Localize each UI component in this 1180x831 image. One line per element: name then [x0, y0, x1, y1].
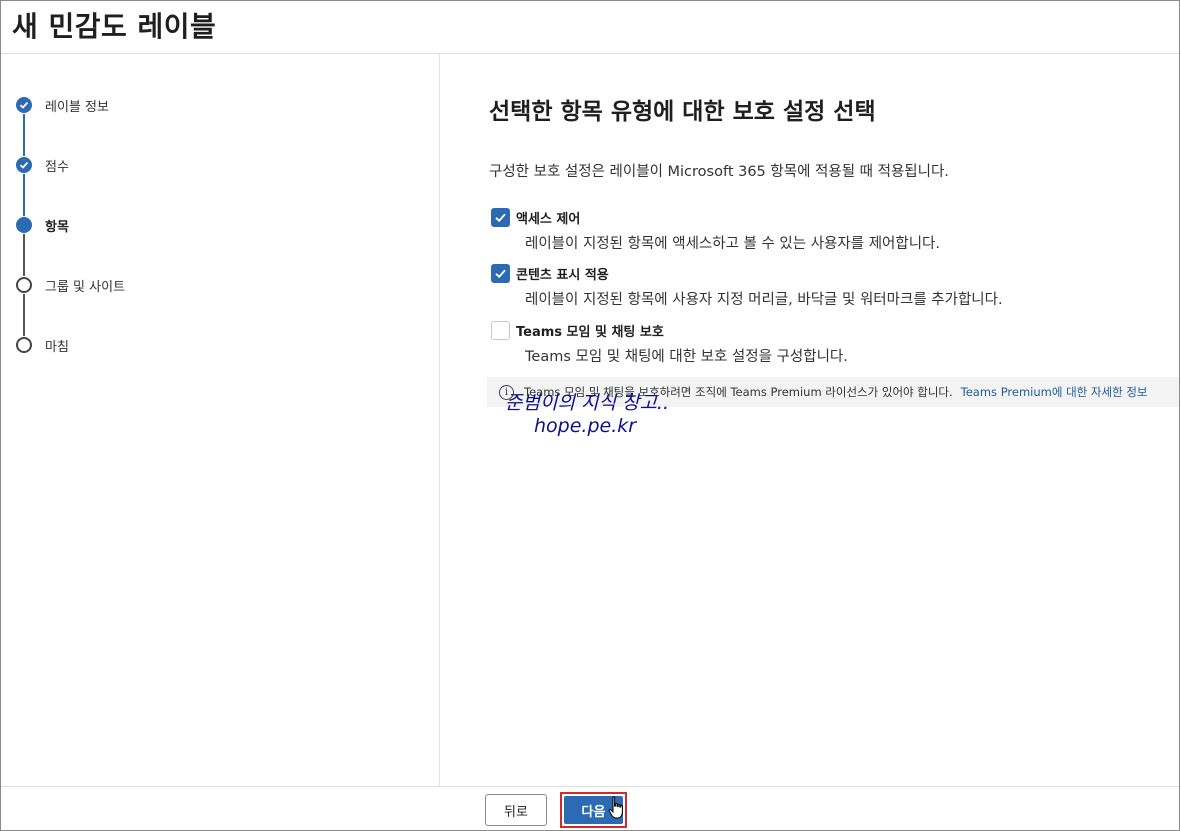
option-subtitle: Teams 모임 및 채팅에 대한 보호 설정을 구성합니다.	[525, 349, 848, 365]
page-header: 새 민감도 레이블	[1, 1, 1179, 54]
teams-protection-checkbox[interactable]	[491, 321, 510, 340]
step-items[interactable]: 항목	[16, 215, 69, 235]
step-label: 그룹 및 사이트	[45, 279, 126, 295]
checkmark-icon	[16, 97, 32, 113]
content-marking-checkbox[interactable]	[491, 264, 510, 283]
option-subtitle: 레이블이 지정된 항목에 액세스하고 볼 수 있는 사용자를 제어합니다.	[525, 236, 940, 252]
current-step-icon	[16, 217, 32, 233]
pending-step-icon	[16, 277, 32, 293]
step-score[interactable]: 점수	[16, 155, 69, 175]
step-label: 레이블 정보	[45, 99, 109, 115]
footer-bar: 뒤로 다음	[1, 786, 1179, 830]
option-access-control: 액세스 제어 레이블이 지정된 항목에 액세스하고 볼 수 있는 사용자를 제어…	[491, 208, 940, 253]
section-title: 선택한 항목 유형에 대한 보호 설정 선택	[489, 99, 876, 125]
hand-cursor-icon	[608, 796, 623, 819]
option-title: 액세스 제어	[516, 212, 581, 227]
option-content-marking: 콘텐츠 표시 적용 레이블이 지정된 항목에 사용자 지정 머리글, 바닥글 및…	[491, 264, 1003, 309]
step-label: 점수	[45, 159, 69, 175]
step-label: 항목	[45, 219, 69, 235]
access-control-checkbox[interactable]	[491, 208, 510, 227]
wizard-steps-sidebar: 레이블 정보 점수 항목 그룹 및 사이트 마침	[1, 54, 440, 786]
step-groups-sites[interactable]: 그룹 및 사이트	[16, 275, 125, 295]
page-title: 새 민감도 레이블	[12, 10, 217, 43]
checkmark-icon	[16, 157, 32, 173]
watermark-text: 준범이의 지식 창고..	[505, 392, 669, 414]
step-connector	[23, 294, 25, 336]
watermark-url: hope.pe.kr	[534, 415, 637, 437]
step-connector	[23, 114, 25, 156]
step-label: 마침	[45, 339, 69, 355]
pending-step-icon	[16, 337, 32, 353]
section-description: 구성한 보호 설정은 레이블이 Microsoft 365 항목에 적용될 때 …	[489, 164, 949, 180]
option-teams-protection: Teams 모임 및 채팅 보호 Teams 모임 및 채팅에 대한 보호 설정…	[491, 321, 848, 366]
step-label-info[interactable]: 레이블 정보	[16, 95, 109, 115]
option-title: 콘텐츠 표시 적용	[516, 268, 609, 283]
step-connector	[23, 174, 25, 216]
option-subtitle: 레이블이 지정된 항목에 사용자 지정 머리글, 바닥글 및 워터마크를 추가합…	[525, 292, 1003, 308]
teams-premium-link[interactable]: Teams Premium에 대한 자세한 정보	[961, 384, 1148, 400]
option-title: Teams 모임 및 채팅 보호	[516, 325, 664, 340]
back-button[interactable]: 뒤로	[485, 794, 547, 826]
step-finish[interactable]: 마침	[16, 335, 69, 355]
step-connector	[23, 234, 25, 276]
